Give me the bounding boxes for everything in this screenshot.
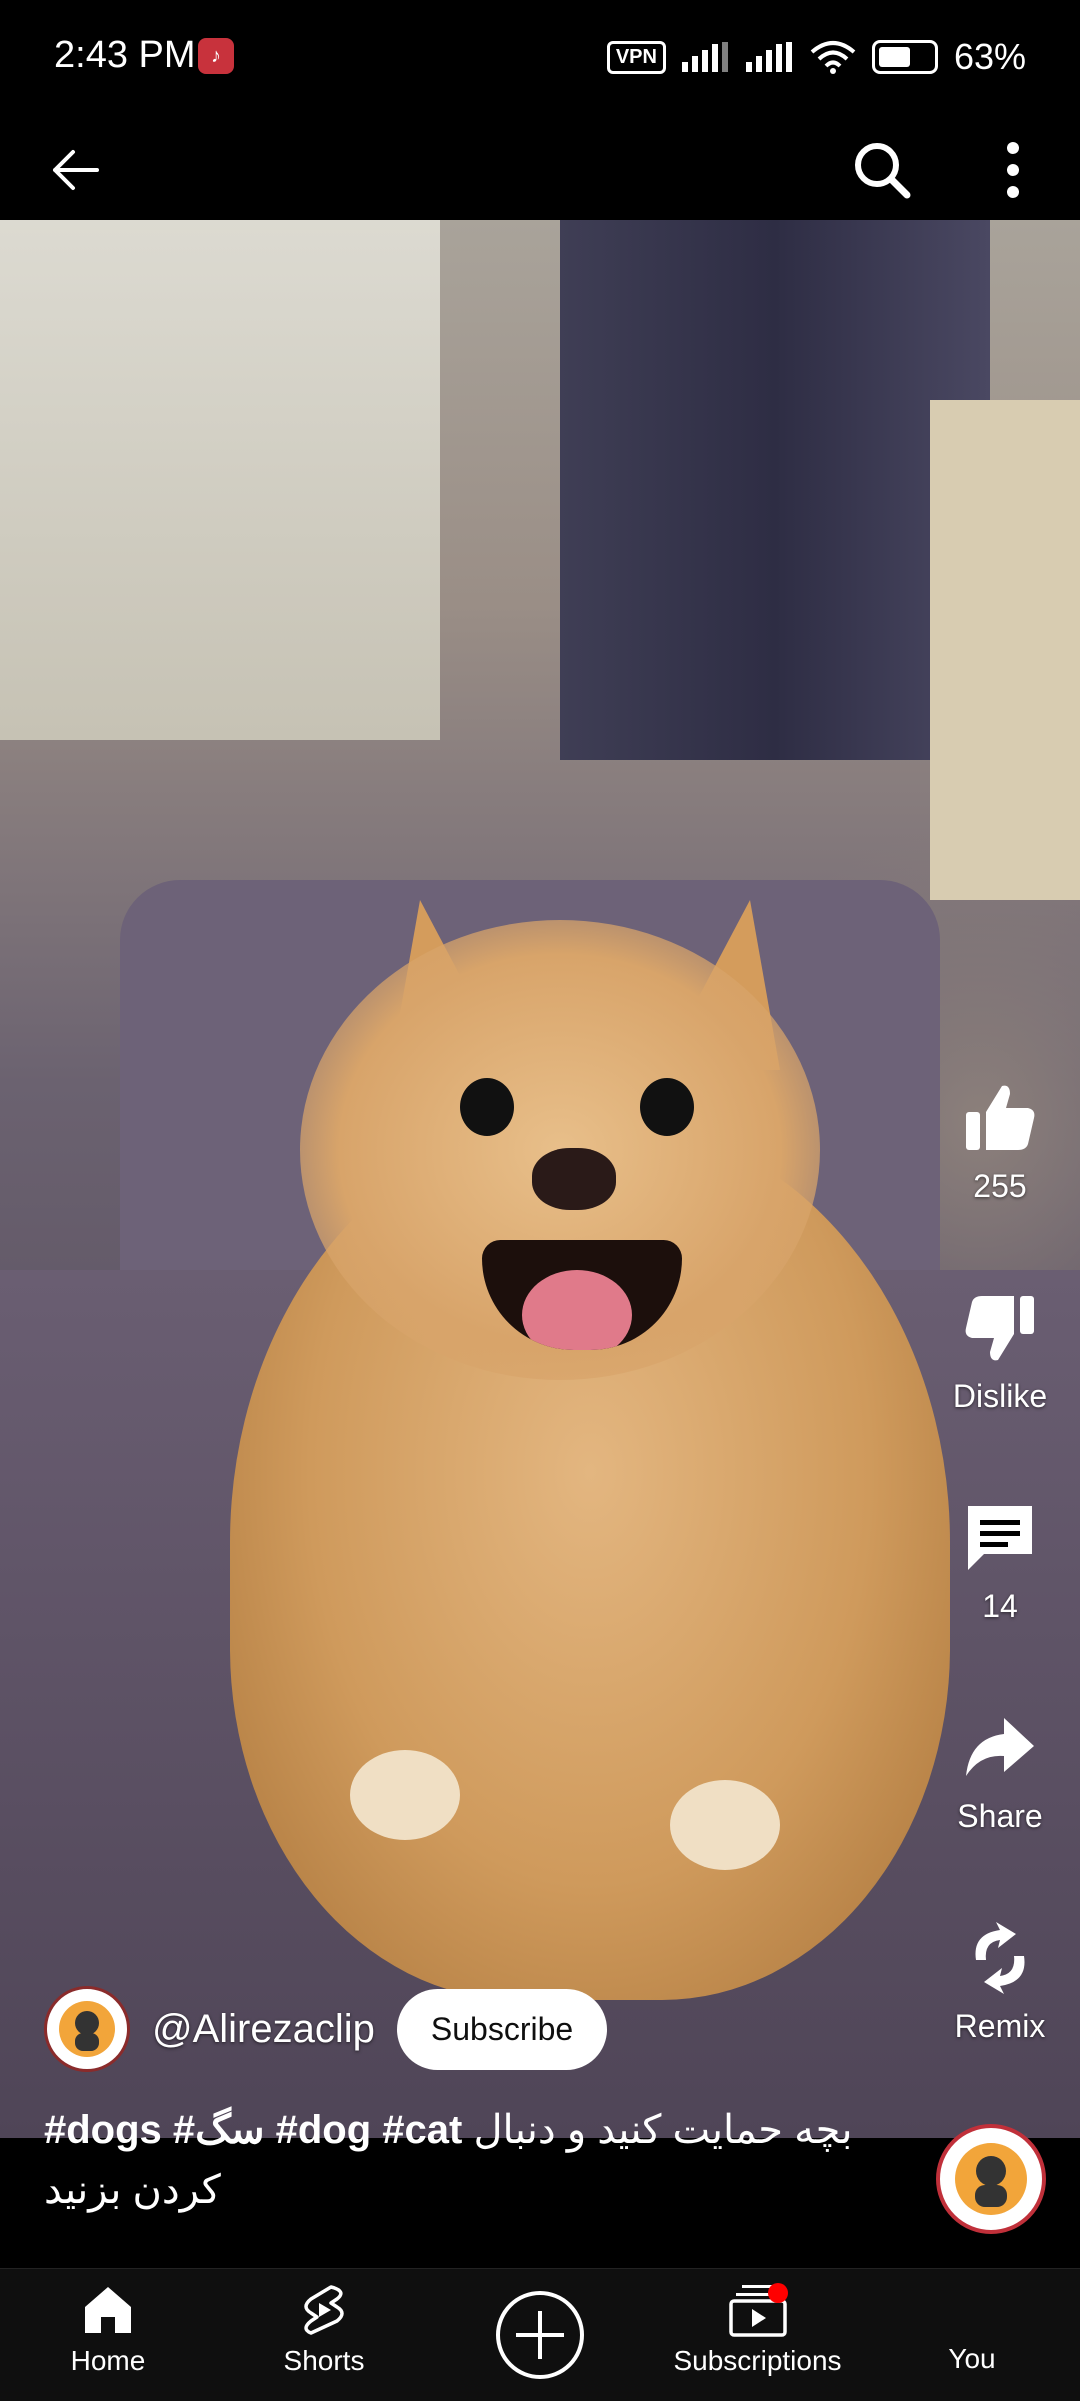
vpn-badge: VPN	[606, 40, 666, 74]
more-options-button[interactable]	[978, 133, 1048, 207]
nav-you[interactable]: You	[922, 2343, 1022, 2375]
shorts-icon	[304, 2285, 344, 2335]
battery-fill	[878, 47, 910, 67]
nav-shorts[interactable]: Shorts	[264, 2283, 384, 2377]
video-bg-wall	[930, 400, 1080, 900]
caption-hashtags[interactable]: #dogs #سگ #dog #cat	[44, 2108, 462, 2152]
battery-icon	[871, 40, 938, 74]
dog-paw-left	[350, 1750, 460, 1840]
nav-shorts-label: Shorts	[283, 2345, 365, 2376]
notification-dot	[768, 2283, 788, 2303]
video-bg-window	[0, 220, 440, 740]
like-button[interactable]: 255	[920, 1080, 1080, 1205]
bottom-navigation: Home Shorts Subscriptions You	[0, 2268, 1080, 2401]
more-vert-icon	[1007, 142, 1019, 198]
notification-app-icon: ♪	[198, 38, 234, 74]
nav-subscriptions[interactable]: Subscriptions	[670, 2283, 845, 2377]
dog-paw-right	[670, 1780, 780, 1870]
nav-home-label: Home	[70, 2345, 146, 2376]
top-app-bar	[0, 115, 1080, 220]
video-caption[interactable]: #dogs #سگ #dog #cat بچه حمایت کنید و دنب…	[44, 2100, 904, 2220]
dislike-button[interactable]: Dislike	[920, 1290, 1080, 1415]
dog-eye-right	[640, 1078, 694, 1136]
dog-eye-left	[460, 1078, 514, 1136]
battery-percent: 63%	[953, 36, 1026, 77]
signal-icon	[681, 42, 728, 72]
status-bar: 2:43 PM ♪ VPN 63%	[0, 0, 1080, 115]
remix-icon	[975, 1922, 1025, 1994]
thumbs-down-icon	[965, 1296, 1034, 1361]
share-button[interactable]: Share	[920, 1710, 1080, 1835]
channel-avatar-icon	[59, 2001, 115, 2057]
dog-tongue	[522, 1270, 632, 1350]
search-icon	[855, 143, 911, 199]
signal-icon-2	[745, 42, 792, 72]
sound-source-avatar[interactable]	[936, 2124, 1046, 2234]
video-bg-curtain	[560, 220, 990, 760]
nav-subscriptions-label: Subscriptions	[673, 2345, 842, 2376]
nav-you-label: You	[948, 2343, 996, 2374]
arrow-left-icon	[53, 150, 99, 190]
remix-label: Remix	[954, 2008, 1046, 2044]
channel-avatar[interactable]	[44, 1986, 130, 2072]
remix-button[interactable]: Remix	[920, 1920, 1080, 2045]
comment-count: 14	[982, 1588, 1018, 1624]
share-arrow-icon	[966, 1718, 1034, 1776]
comments-button[interactable]: 14	[920, 1500, 1080, 1625]
create-button[interactable]	[494, 2289, 586, 2381]
home-icon	[85, 2287, 131, 2333]
status-time: 2:43 PM	[54, 34, 196, 76]
short-video-player[interactable]	[0, 220, 1080, 2138]
wifi-icon	[810, 41, 856, 74]
plus-circle-icon	[496, 2291, 584, 2379]
dislike-label: Dislike	[952, 1378, 1048, 1414]
share-label: Share	[957, 1798, 1043, 1834]
status-indicators: VPN 63%	[606, 36, 1026, 78]
channel-row: @Alirezaclip Subscribe	[44, 1984, 608, 2074]
back-button[interactable]	[40, 135, 110, 205]
nav-home[interactable]: Home	[48, 2283, 168, 2377]
like-count: 255	[973, 1168, 1027, 1204]
channel-handle[interactable]: @Alirezaclip	[152, 2007, 375, 2052]
sound-source-icon	[955, 2143, 1027, 2215]
comment-icon	[968, 1506, 1032, 1570]
dog-nose	[532, 1148, 616, 1210]
subscribe-button[interactable]: Subscribe	[396, 1988, 608, 2070]
thumbs-up-icon	[966, 1085, 1035, 1150]
search-button[interactable]	[845, 133, 919, 207]
